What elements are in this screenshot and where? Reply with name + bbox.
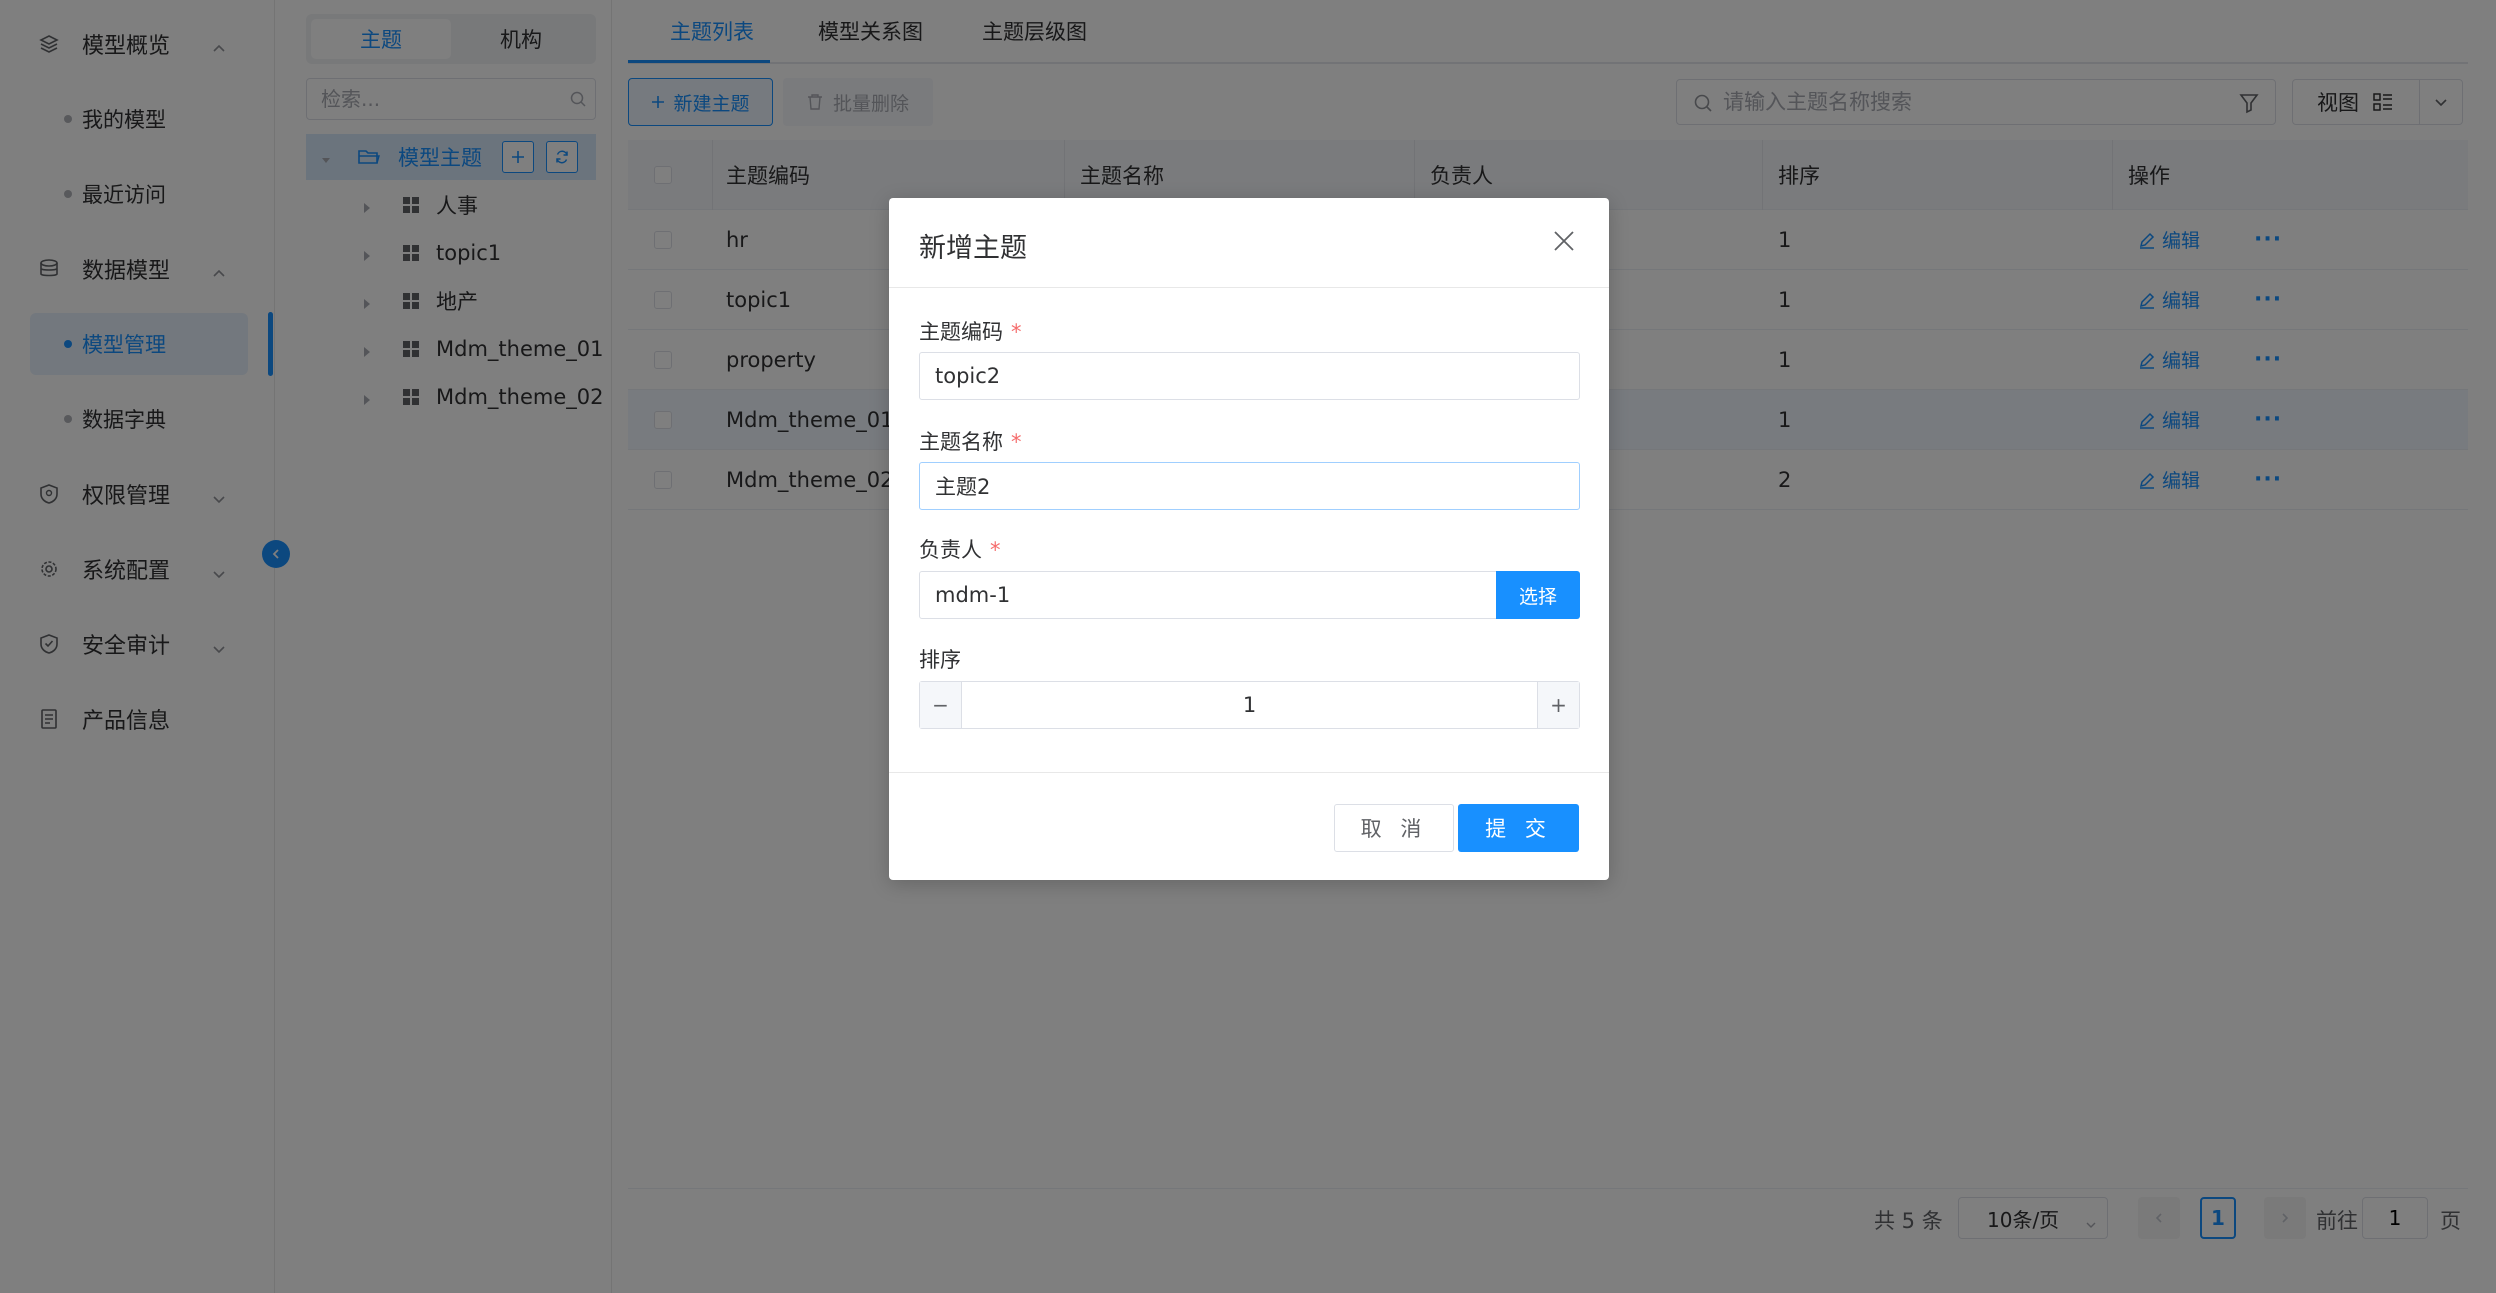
field-label-name: 主题名称 * bbox=[919, 426, 1022, 456]
owner-input[interactable] bbox=[919, 571, 1498, 619]
order-value[interactable]: 1 bbox=[962, 682, 1537, 728]
required-mark: * bbox=[1011, 320, 1022, 344]
dialog-title: 新增主题 bbox=[919, 233, 1027, 264]
new-topic-dialog: 新增主题 主题编码 * 主题名称 * 负责人 * 选择 排序 − 1 + 取 消 提 … bbox=[889, 198, 1609, 880]
name-label-text: 主题名称 bbox=[919, 430, 1003, 454]
topic-name-input[interactable] bbox=[919, 462, 1580, 510]
dialog-footer-divider bbox=[889, 772, 1609, 773]
order-stepper: − 1 + bbox=[919, 681, 1580, 729]
field-label-owner: 负责人 * bbox=[919, 534, 1001, 564]
required-mark: * bbox=[990, 538, 1001, 562]
topic-code-input[interactable] bbox=[919, 352, 1580, 400]
decrement-button[interactable]: − bbox=[920, 682, 962, 728]
field-label-code: 主题编码 * bbox=[919, 316, 1022, 346]
dialog-header: 新增主题 bbox=[889, 198, 1609, 288]
close-icon[interactable] bbox=[1551, 228, 1577, 254]
required-mark: * bbox=[1011, 430, 1022, 454]
select-owner-button[interactable]: 选择 bbox=[1496, 571, 1580, 619]
code-label-text: 主题编码 bbox=[919, 320, 1003, 344]
submit-button[interactable]: 提 交 bbox=[1458, 804, 1579, 852]
cancel-button[interactable]: 取 消 bbox=[1334, 804, 1454, 852]
owner-label-text: 负责人 bbox=[919, 538, 982, 562]
increment-button[interactable]: + bbox=[1537, 682, 1579, 728]
field-label-order: 排序 bbox=[919, 648, 961, 672]
